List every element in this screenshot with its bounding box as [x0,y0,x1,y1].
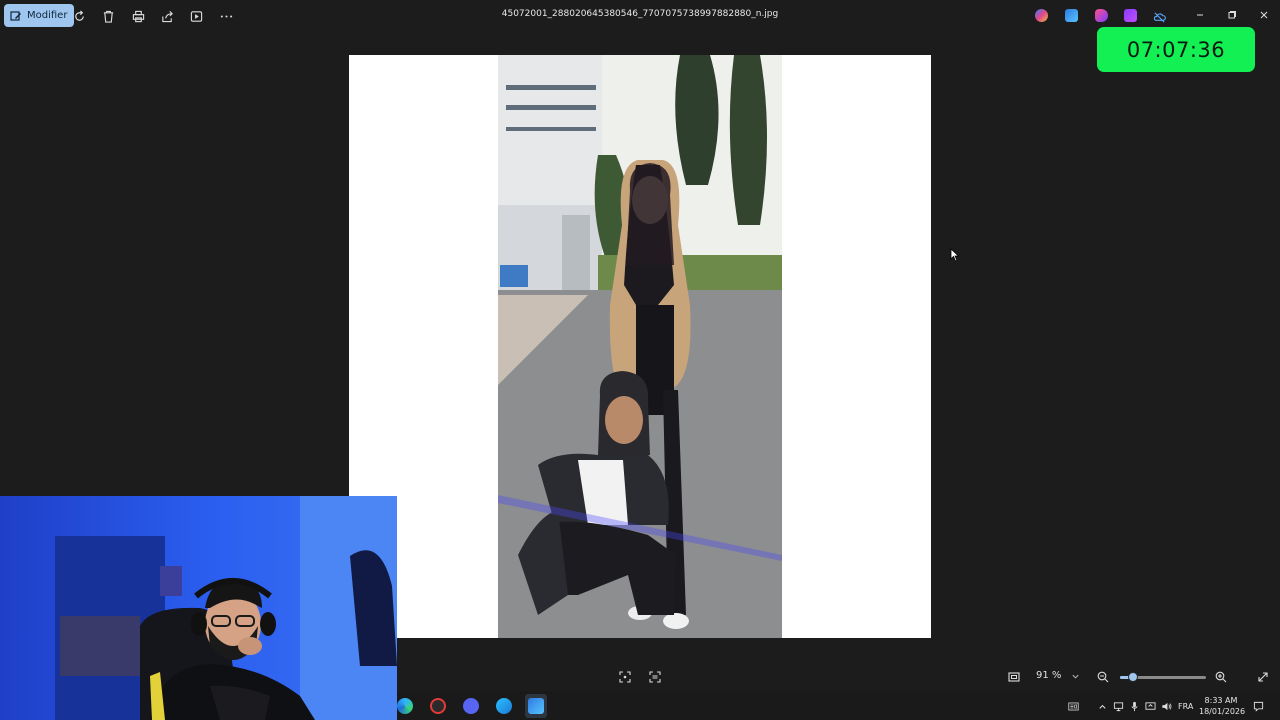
close-icon [1260,11,1268,19]
clock-time: 8:33 AM [1204,696,1238,705]
edit-button[interactable]: Modifier [4,4,75,27]
expand-icon [1258,672,1268,682]
zoom-out-button[interactable] [1096,670,1110,684]
webcam-overlay [0,496,397,720]
taskbar-clock[interactable]: 8:33 AM 18/01/2026 [1199,695,1246,717]
crop-focus-icon [619,671,631,683]
minimize-button[interactable] [1194,9,1206,21]
slideshow-button[interactable] [186,6,206,26]
zoom-in-button[interactable] [1214,670,1228,684]
more-icon [220,14,232,18]
news-widget-icon[interactable] [1066,700,1080,712]
photos-editor-icon[interactable] [1065,9,1078,22]
close-button[interactable] [1258,9,1270,21]
microphone-icon[interactable] [1128,700,1140,712]
edge-icon[interactable] [397,698,413,714]
fit-window-icon [1008,672,1020,682]
edit-image-icon [10,10,21,21]
language-indicator[interactable]: FRA [1178,702,1193,711]
zoom-slider-thumb[interactable] [1127,672,1138,682]
zoom-value[interactable]: 91 % [1036,670,1061,681]
restore-icon [1228,11,1236,19]
fullscreen-button[interactable] [1256,670,1270,684]
recorder-icon[interactable] [430,698,446,714]
zoom-slider[interactable] [1120,672,1206,682]
chevron-up-icon[interactable] [1096,700,1108,712]
file-name: 45072001_288020645380546_770707573899788… [501,9,779,19]
discord-icon[interactable] [463,698,479,714]
share-icon [161,10,173,22]
minimize-icon [1197,14,1203,16]
app-icon-pink[interactable] [1095,9,1108,22]
rotate-button[interactable] [69,6,89,26]
browser-icon[interactable] [496,698,512,714]
fit-view-button[interactable] [618,670,632,684]
trash-icon [103,10,113,23]
image-canvas [349,55,931,638]
photo [498,55,782,638]
print-icon [132,10,144,22]
top-toolbar: Modifier 45072001_288020645380546_770707… [0,0,1280,32]
volume-icon[interactable] [1160,700,1172,712]
photos-icon[interactable] [528,698,544,714]
delete-button[interactable] [98,6,118,26]
notification-icon[interactable] [1252,700,1264,712]
maximize-button[interactable] [1226,9,1238,21]
ocr-scan-button[interactable] [648,670,662,684]
copilot-icon[interactable] [1035,9,1048,22]
rotate-icon [74,10,84,21]
clipchamp-icon[interactable] [1124,9,1137,22]
chevron-down-icon[interactable] [1071,672,1080,681]
zoom-in-icon [1215,671,1227,683]
more-options-button[interactable] [216,6,236,26]
timer-overlay: 07:07:36 [1097,27,1255,72]
scan-text-icon [649,671,661,683]
zoom-out-icon [1097,671,1109,683]
mouse-cursor-icon [950,248,960,262]
fit-window-button[interactable] [1007,670,1021,684]
clock-date: 18/01/2026 [1199,707,1246,716]
display-icon[interactable] [1144,700,1156,712]
print-button[interactable] [128,6,148,26]
onedrive-off-icon[interactable] [1153,9,1166,23]
slideshow-icon [190,10,202,22]
network-icon[interactable] [1112,700,1124,712]
edit-button-label: Modifier [27,10,68,21]
share-button[interactable] [157,6,177,26]
